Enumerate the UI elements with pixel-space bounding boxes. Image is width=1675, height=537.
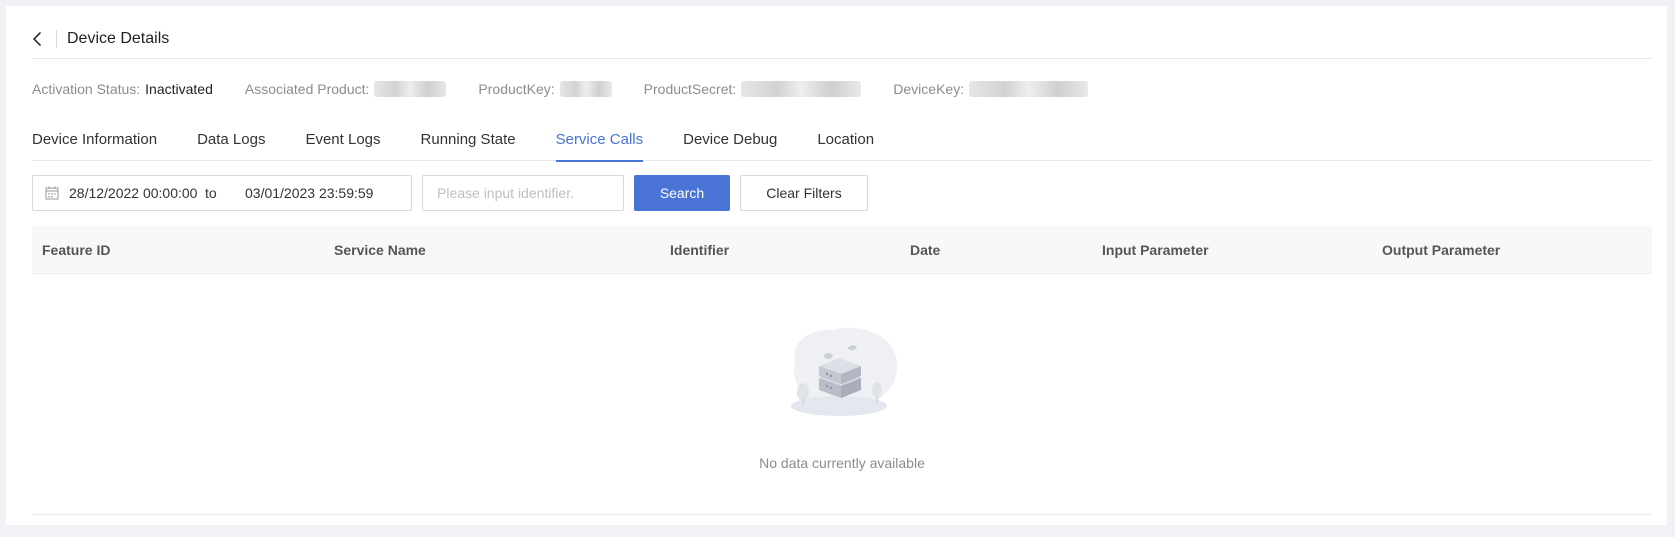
product-key: ProductKey: (478, 81, 612, 97)
calendar-icon (45, 186, 59, 200)
back-button[interactable] (32, 27, 52, 51)
column-header-service-name: Service Name (334, 242, 426, 258)
table-header: Feature ID Service Name Identifier Date … (32, 226, 1652, 274)
device-key-value-masked (969, 81, 1089, 97)
search-button[interactable]: Search (634, 175, 730, 211)
page-card: Device Details Activation Status: Inacti… (6, 6, 1667, 525)
tab-running-state[interactable]: Running State (421, 124, 516, 161)
date-range-picker[interactable]: 28/12/2022 00:00:00 to 03/01/2023 23:59:… (32, 175, 412, 211)
tab-event-logs[interactable]: Event Logs (305, 124, 380, 161)
date-range-separator: to (205, 185, 217, 201)
identifier-input[interactable] (422, 175, 624, 211)
tab-data-logs[interactable]: Data Logs (197, 124, 265, 161)
tab-device-debug[interactable]: Device Debug (683, 124, 777, 161)
column-header-date: Date (910, 242, 941, 258)
tab-device-information[interactable]: Device Information (32, 124, 157, 161)
column-header-output-parameter: Output Parameter (1382, 242, 1501, 258)
table-empty-state: No data currently available (32, 274, 1652, 515)
chevron-left-icon (33, 31, 41, 46)
associated-product-value-masked (374, 81, 447, 97)
date-start-input[interactable]: 28/12/2022 00:00:00 (69, 185, 205, 201)
column-header-input-parameter: Input Parameter (1102, 242, 1209, 258)
device-key: DeviceKey: (893, 81, 1089, 97)
clear-filters-button[interactable]: Clear Filters (740, 175, 868, 211)
associated-product-label: Associated Product: (244, 81, 370, 97)
empty-data-illustration-icon (791, 327, 898, 416)
activation-status-value: Inactivated (145, 81, 213, 97)
product-key-label: ProductKey: (478, 81, 555, 97)
device-info-row: Activation Status: Inactivated Associate… (32, 77, 1120, 101)
product-secret-label: ProductSecret: (643, 81, 737, 97)
product-key-value-masked (559, 81, 612, 97)
page-header: Device Details (32, 19, 1652, 59)
product-secret: ProductSecret: (644, 81, 862, 97)
product-secret-value-masked (741, 81, 862, 97)
filter-bar: 28/12/2022 00:00:00 to 03/01/2023 23:59:… (32, 175, 868, 211)
empty-state-text: No data currently available (759, 455, 925, 471)
device-key-label: DeviceKey: (893, 81, 965, 97)
associated-product: Associated Product: (245, 81, 447, 97)
activation-status: Activation Status: Inactivated (32, 81, 213, 97)
column-header-identifier: Identifier (670, 242, 730, 258)
column-header-feature-id: Feature ID (42, 242, 111, 258)
header-divider (56, 29, 57, 48)
page-title: Device Details (67, 29, 170, 47)
activation-status-label: Activation Status: (32, 81, 141, 97)
tab-service-calls[interactable]: Service Calls (555, 124, 643, 162)
tab-location[interactable]: Location (817, 124, 874, 161)
device-tabs: Device Information Data Logs Event Logs … (32, 124, 1652, 162)
date-end-input[interactable]: 03/01/2023 23:59:59 (245, 185, 373, 201)
